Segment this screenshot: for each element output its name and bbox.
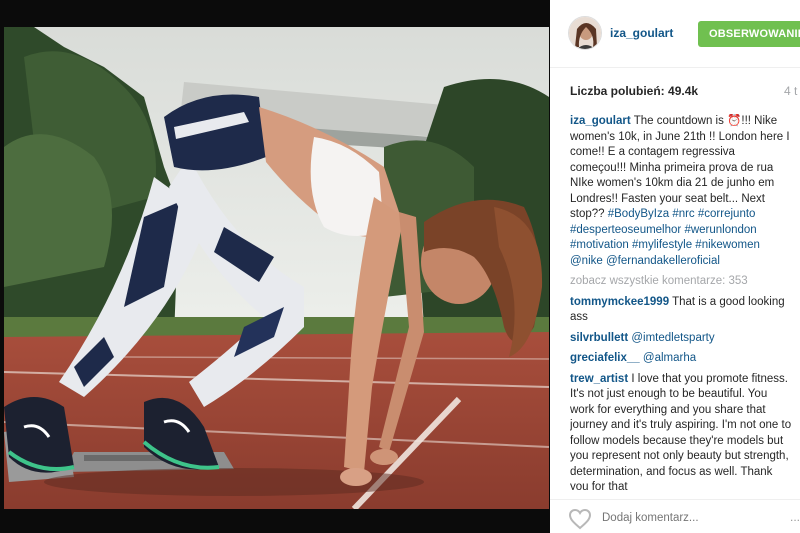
comment-author[interactable]: silvrbullett xyxy=(570,332,628,344)
caption-author[interactable]: iza_goulart xyxy=(570,115,631,127)
more-options-icon[interactable]: ... xyxy=(790,510,800,524)
hashtag[interactable]: #nikewomen xyxy=(695,239,760,251)
avatar[interactable] xyxy=(568,16,602,50)
caption-text-1: The countdown is xyxy=(633,115,728,127)
heart-icon[interactable] xyxy=(568,508,592,530)
post-timestamp[interactable]: 4 t xyxy=(784,84,797,98)
comments-list[interactable]: iza_goulart The countdown is ⏰!!! Nike w… xyxy=(570,114,794,490)
hashtag[interactable]: #BodyByIza xyxy=(608,208,669,220)
likes-summary[interactable]: Liczba polubień: 49.4k xyxy=(570,84,698,98)
caption: iza_goulart The countdown is ⏰!!! Nike w… xyxy=(570,114,794,269)
likes-count: 49.4k xyxy=(668,84,699,98)
hashtag[interactable]: #desperteoseumelhor xyxy=(570,224,681,236)
username-link[interactable]: iza_goulart xyxy=(610,26,673,40)
alarm-clock-emoji: ⏰ xyxy=(727,115,742,127)
comment-mention[interactable]: @almarha xyxy=(643,352,696,364)
runner-photo-illustration xyxy=(4,27,549,509)
hashtag[interactable]: #correjunto xyxy=(698,208,756,220)
likes-label: Liczba polubień: xyxy=(570,84,665,98)
hashtag[interactable]: #werunlondon xyxy=(684,224,756,236)
comment-item: silvrbullett @imtedletsparty xyxy=(570,331,794,347)
avatar-image xyxy=(569,17,601,49)
comment-author[interactable]: trew_artist xyxy=(570,373,628,385)
hashtag[interactable]: #nrc xyxy=(672,208,694,220)
post-header: iza_goulart OBSERWOWANIE xyxy=(550,0,800,68)
comment-item: tommymckee1999 That is a good looking as… xyxy=(570,295,794,326)
hashtag[interactable]: #motivation xyxy=(570,239,629,251)
comment-author[interactable]: tommymckee1999 xyxy=(570,296,669,308)
comment-text: I love that you promote fitness. It's no… xyxy=(570,372,792,491)
caption-text-2: !!! Nike women's 10k, in June 21th !! Lo… xyxy=(570,115,790,220)
post-photo[interactable] xyxy=(4,27,549,509)
photo-panel xyxy=(0,0,550,533)
mention[interactable]: @fernandakelleroficial xyxy=(606,255,720,267)
mention[interactable]: @nike xyxy=(570,255,603,267)
hashtag[interactable]: #mylifestyle xyxy=(632,239,692,251)
comment-item: trew_artist I love that you promote fitn… xyxy=(570,372,794,491)
comment-mention[interactable]: @imtedletsparty xyxy=(631,332,714,344)
follow-button[interactable]: OBSERWOWANIE xyxy=(698,21,800,47)
add-comment-input[interactable] xyxy=(602,507,782,529)
comment-author[interactable]: greciafelix__ xyxy=(570,352,640,364)
comment-bar: ... xyxy=(550,499,800,533)
post-sidebar: iza_goulart OBSERWOWANIE Liczba polubień… xyxy=(550,0,800,533)
view-all-comments-link[interactable]: zobacz wszystkie komentarze: 353 xyxy=(570,274,794,290)
comment-item: greciafelix__ @almarha xyxy=(570,351,794,367)
